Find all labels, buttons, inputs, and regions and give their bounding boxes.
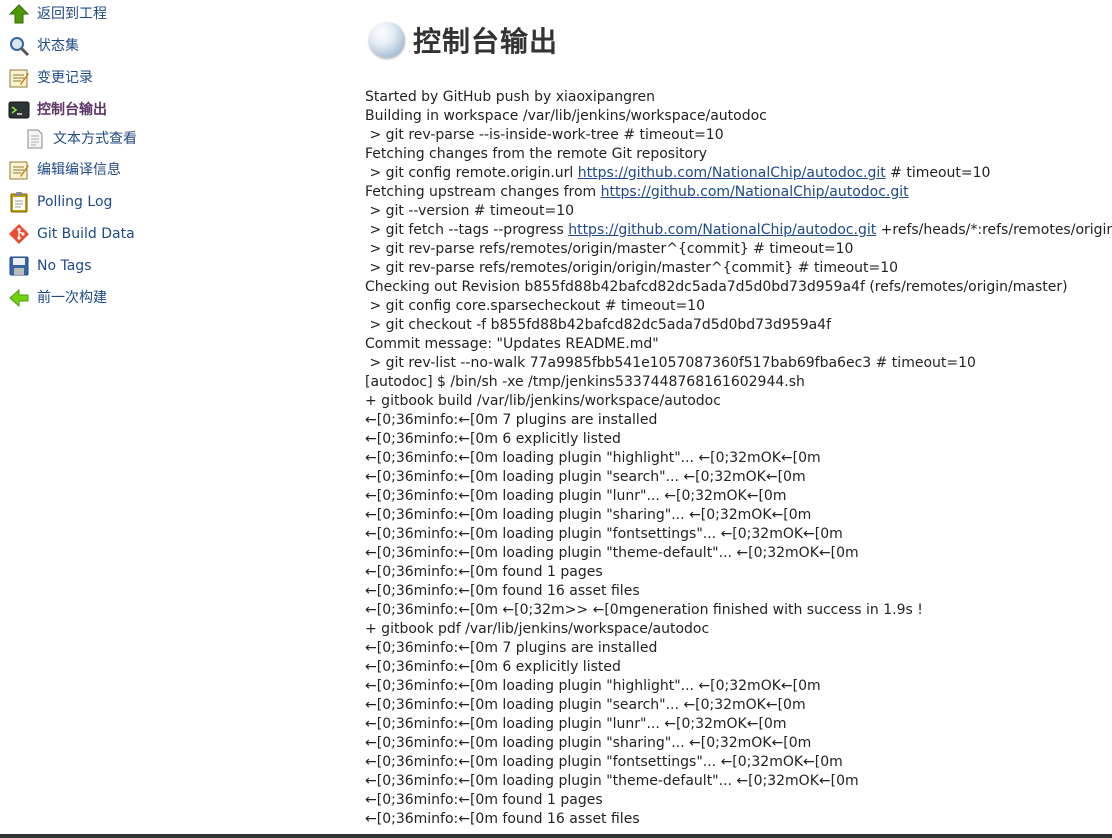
magnifier-icon <box>8 35 30 57</box>
up-arrow-icon <box>8 3 30 25</box>
console-line: ←[0;36minfo:←[0m loading plugin "sharing… <box>365 735 812 751</box>
sidebar-item-status[interactable]: 状态集 <box>8 33 79 59</box>
sidebar-item-label: 前一次构建 <box>37 290 107 306</box>
console-line-text: # timeout=10 <box>885 165 991 181</box>
console-line: > git rev-list --no-walk 77a9985fbb541e1… <box>365 355 976 371</box>
notepad-icon <box>8 67 30 89</box>
sidebar-item-polling-log[interactable]: Polling Log <box>8 189 112 215</box>
notepad-icon <box>8 159 30 181</box>
console-line: ←[0;36minfo:←[0m found 1 pages <box>365 564 603 580</box>
sidebar-item-console-output[interactable]: 控制台输出 <box>8 97 107 123</box>
console-line: > git --version # timeout=10 <box>365 203 575 219</box>
console-line: ←[0;36minfo:←[0m loading plugin "fontset… <box>365 526 843 542</box>
sidebar-item-label: 控制台输出 <box>37 102 107 118</box>
page-header: 控制台输出 <box>369 20 558 60</box>
sidebar-item-label: 返回到工程 <box>37 6 107 22</box>
console-line: ←[0;36minfo:←[0m loading plugin "sharing… <box>365 507 812 523</box>
console-line: Building in workspace /var/lib/jenkins/w… <box>365 108 767 124</box>
console-line: > git rev-parse refs/remotes/origin/orig… <box>365 260 899 276</box>
sidebar-item-label: 变更记录 <box>37 70 93 86</box>
console-line: Started by GitHub push by xiaoxipangren <box>365 89 655 105</box>
repo-link[interactable]: https://github.com/NationalChip/autodoc.… <box>601 184 909 200</box>
console-line-text: > git fetch --tags --progress <box>365 222 569 238</box>
sidebar-item-edit-build-info[interactable]: 编辑编译信息 <box>8 157 121 183</box>
console-line: Commit message: "Updates README.md" <box>365 336 659 352</box>
console-line: ←[0;36minfo:←[0m loading plugin "highlig… <box>365 678 821 694</box>
git-icon <box>8 223 30 245</box>
sidebar-item-label: 编辑编译信息 <box>37 162 121 178</box>
console-line: + gitbook pdf /var/lib/jenkins/workspace… <box>365 621 710 637</box>
console-line: ←[0;36minfo:←[0m 7 plugins are installed <box>365 412 658 428</box>
left-arrow-icon <box>8 287 30 309</box>
console-line: ←[0;36minfo:←[0m found 16 asset files <box>365 583 640 599</box>
console-line: ←[0;36minfo:←[0m loading plugin "lunr"..… <box>365 716 787 732</box>
console-line: > git config core.sparsecheckout # timeo… <box>365 298 705 314</box>
console-line: ←[0;36minfo:←[0m loading plugin "search"… <box>365 469 806 485</box>
console-line: ←[0;36minfo:←[0m loading plugin "search"… <box>365 697 806 713</box>
console-ball-icon <box>369 22 405 58</box>
sidebar-item-label: Polling Log <box>37 194 113 210</box>
sidebar-item-label: No Tags <box>37 258 92 274</box>
page-title: 控制台输出 <box>413 25 559 58</box>
console-line: ←[0;36minfo:←[0m loading plugin "fontset… <box>365 754 843 770</box>
sidebar-item-label: 状态集 <box>37 38 79 54</box>
console-line: ←[0;36minfo:←[0m found 16 asset files <box>365 811 640 827</box>
bottom-bar <box>0 834 1112 838</box>
sidebar-item-view-as-text[interactable]: 文本方式查看 <box>24 126 137 152</box>
sidebar-item-label: Git Build Data <box>37 226 135 242</box>
console-line: ←[0;36minfo:←[0m 7 plugins are installed <box>365 640 658 656</box>
console-line: ←[0;36minfo:←[0m 6 explicitly listed <box>365 659 621 675</box>
console-line-text: Fetching upstream changes from <box>365 184 601 200</box>
repo-link[interactable]: https://github.com/NationalChip/autodoc.… <box>578 165 886 181</box>
console-line: > git rev-parse refs/remotes/origin/mast… <box>365 241 854 257</box>
console-line: + gitbook build /var/lib/jenkins/workspa… <box>365 393 721 409</box>
repo-link[interactable]: https://github.com/NationalChip/autodoc.… <box>568 222 876 238</box>
terminal-icon <box>8 99 30 121</box>
console-line: ←[0;36minfo:←[0m ←[0;32m>> ←[0mgeneratio… <box>365 602 923 618</box>
console-line-text: > git config remote.origin.url <box>365 165 578 181</box>
console-line: [autodoc] $ /bin/sh -xe /tmp/jenkins5337… <box>365 374 805 390</box>
console-line: ←[0;36minfo:←[0m 6 explicitly listed <box>365 431 621 447</box>
clipboard-icon <box>8 191 30 213</box>
sidebar-item-git-build-data[interactable]: Git Build Data <box>8 221 135 247</box>
console-line-text: +refs/heads/*:refs/remotes/origin/* <box>876 222 1112 238</box>
console-line: Fetching changes from the remote Git rep… <box>365 146 708 162</box>
document-icon <box>24 128 46 150</box>
console-line: ←[0;36minfo:←[0m loading plugin "lunr"..… <box>365 488 787 504</box>
sidebar-item-changes[interactable]: 变更记录 <box>8 65 93 91</box>
sidebar-item-previous-build[interactable]: 前一次构建 <box>8 285 107 311</box>
console-line: ←[0;36minfo:←[0m loading plugin "highlig… <box>365 450 821 466</box>
sidebar-item-no-tags[interactable]: No Tags <box>8 253 91 279</box>
console-line: Checking out Revision b855fd88b42bafcd82… <box>365 279 1068 295</box>
console-line: > git fetch --tags --progress https://gi… <box>365 221 1112 240</box>
sidebar-item-back-to-project[interactable]: 返回到工程 <box>8 1 107 27</box>
console-line: > git config remote.origin.url https://g… <box>365 164 1112 183</box>
floppy-disk-icon <box>8 255 30 277</box>
console-line: ←[0;36minfo:←[0m loading plugin "theme-d… <box>365 545 859 561</box>
console-line: Fetching upstream changes from https://g… <box>365 183 1112 202</box>
console-line: ←[0;36minfo:←[0m loading plugin "theme-d… <box>365 773 859 789</box>
console-line: > git checkout -f b855fd88b42bafcd82dc5a… <box>365 317 832 333</box>
console-line: > git rev-parse --is-inside-work-tree # … <box>365 127 724 143</box>
console-line: ←[0;36minfo:←[0m found 1 pages <box>365 792 603 808</box>
console-output: Started by GitHub push by xiaoxipangren B… <box>365 88 1112 829</box>
sidebar-item-label: 文本方式查看 <box>53 131 137 147</box>
